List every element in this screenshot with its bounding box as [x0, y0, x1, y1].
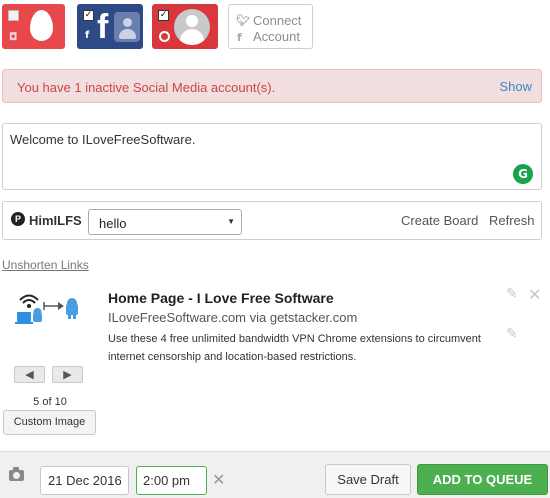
google-plus-icon	[159, 31, 170, 42]
pinterest-username: HimILFS	[29, 213, 82, 228]
refresh-link[interactable]: Refresh	[489, 213, 535, 228]
chevron-down-icon: ▼	[227, 217, 235, 226]
account-checkbox-unchecked[interactable]	[8, 10, 19, 21]
preview-thumbnail-image	[14, 288, 86, 332]
create-board-link[interactable]: Create Board	[401, 213, 478, 228]
custom-image-button[interactable]: Custom Image	[3, 410, 96, 435]
facebook-icon: f	[237, 31, 242, 44]
wifi-icon	[19, 294, 39, 308]
account-checkbox-checked[interactable]: ✓	[158, 10, 169, 21]
account-instagram[interactable]: ◘	[2, 4, 65, 49]
alert-show-link[interactable]: Show	[499, 79, 532, 94]
android-icon-right	[66, 298, 78, 319]
alert-message: You have 1 inactive Social Media account…	[17, 80, 276, 95]
image-nav: ◀ ▶	[14, 366, 86, 384]
instagram-icon: ◘	[9, 32, 18, 43]
edit-description-pencil-icon[interactable]: ✎	[506, 326, 518, 342]
board-select[interactable]: hello ▼	[88, 209, 242, 235]
person-avatar-icon	[174, 9, 210, 45]
grammarly-icon[interactable]: G	[513, 164, 533, 184]
facebook-small-icon: f	[85, 30, 90, 41]
preview-description[interactable]: Use these 4 free unlimited bandwidth VPN…	[108, 330, 503, 366]
account-checkbox-checked[interactable]: ✓	[83, 10, 94, 21]
laptop-icon	[17, 312, 31, 322]
account-label: Account	[253, 29, 300, 44]
board-select-value: hello	[99, 216, 127, 231]
schedule-bar: 21 Dec 2016 2:00 pm ✕ Save Draft ADD TO …	[0, 451, 550, 498]
add-to-queue-button[interactable]: ADD TO QUEUE	[417, 464, 548, 495]
connect-label: Connect	[253, 13, 302, 28]
clear-schedule-close-icon[interactable]: ✕	[212, 470, 225, 489]
account-google-plus[interactable]: ✓	[152, 4, 218, 49]
twitter-icon: 🐦︎	[236, 14, 250, 27]
inactive-accounts-alert: You have 1 inactive Social Media account…	[2, 69, 542, 103]
camera-icon[interactable]	[9, 467, 24, 481]
schedule-time-field[interactable]: 2:00 pm	[136, 466, 207, 495]
egg-avatar-icon	[30, 10, 53, 41]
next-image-button[interactable]: ▶	[52, 366, 83, 383]
image-counter: 5 of 10	[33, 396, 67, 408]
post-composer[interactable]: Welcome to ILoveFreeSoftware. G	[2, 123, 542, 190]
android-icon-left	[33, 308, 42, 322]
unshorten-links-link[interactable]: Unshorten Links	[2, 258, 89, 272]
composer-text[interactable]: Welcome to ILoveFreeSoftware.	[10, 132, 195, 147]
facebook-logo-icon: f	[97, 8, 109, 46]
preview-title[interactable]: Home Page - I Love Free Software	[108, 290, 334, 306]
facebook-group-avatar-icon	[114, 12, 140, 42]
preview-source: ILoveFreeSoftware.com via getstacker.com	[108, 310, 358, 325]
pinterest-board-row: P HimILFS hello ▼ Create Board Refresh	[2, 201, 542, 240]
connect-account-button[interactable]: 🐦︎ f Connect Account	[228, 4, 313, 49]
prev-image-button[interactable]: ◀	[14, 366, 45, 383]
edit-title-pencil-icon[interactable]: ✎	[506, 286, 518, 302]
account-facebook[interactable]: ✓ f f	[77, 4, 143, 49]
save-draft-button[interactable]: Save Draft	[325, 464, 411, 495]
remove-preview-close-icon[interactable]: ✕	[528, 285, 541, 304]
pinterest-icon: P	[11, 212, 25, 226]
schedule-date-field[interactable]: 21 Dec 2016	[40, 466, 129, 495]
